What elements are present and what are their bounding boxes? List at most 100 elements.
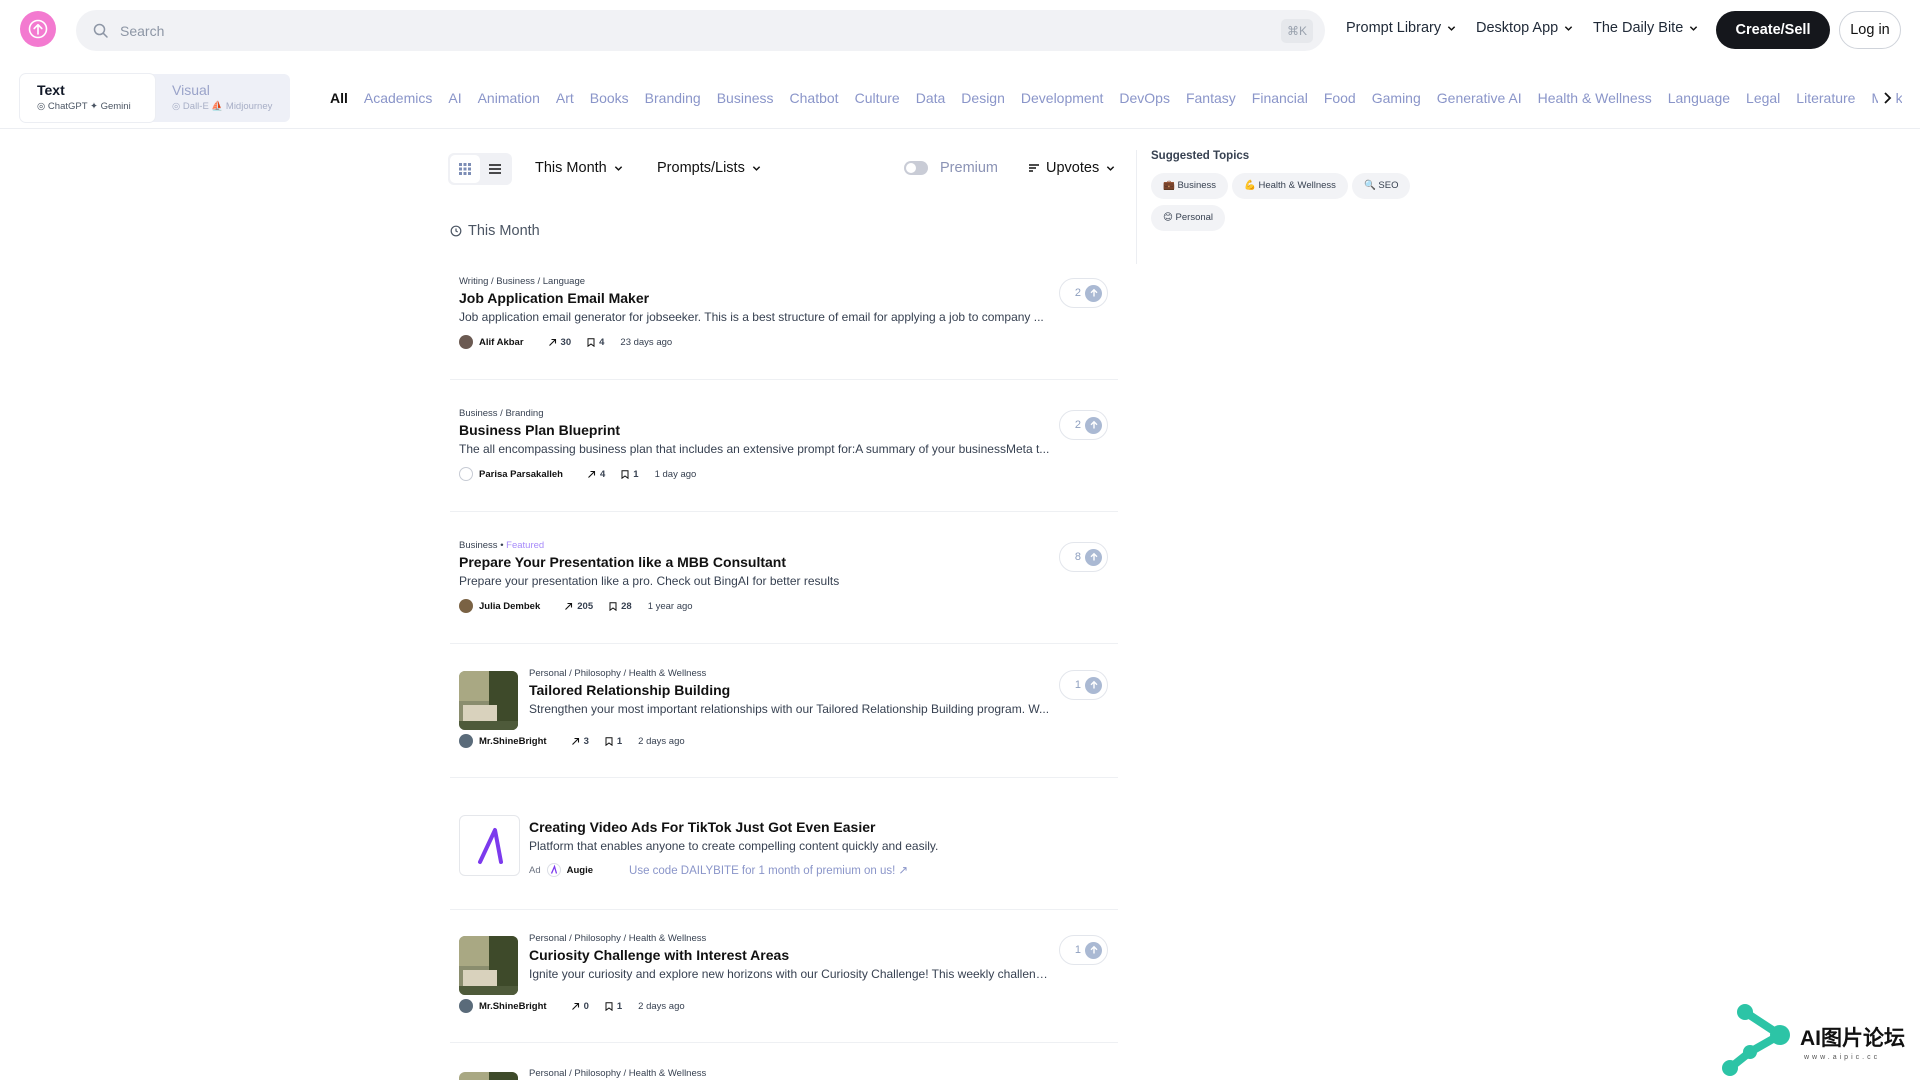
nav-daily-bite[interactable]: The Daily Bite	[1593, 20, 1698, 36]
card-title[interactable]: Curiosity Challenge with Interest Areas	[529, 947, 1118, 963]
category-tab[interactable]: Design	[961, 90, 1005, 106]
category-tab[interactable]: Branding	[645, 90, 701, 106]
category-tab[interactable]: Legal	[1746, 90, 1780, 106]
category-tab[interactable]: Art	[556, 90, 574, 106]
prompt-card[interactable]: Business • Featured Prepare Your Present…	[450, 540, 1118, 644]
card-title[interactable]: Business Plan Blueprint	[459, 422, 1118, 438]
topic-chip[interactable]: 🔍 SEO	[1351, 173, 1411, 199]
card-author[interactable]: Parisa Parsakalleh	[479, 469, 563, 480]
category-tab[interactable]: Food	[1324, 90, 1356, 106]
avatar[interactable]	[459, 335, 473, 349]
chevron-down-icon	[614, 165, 622, 171]
ad-brand[interactable]: Augie	[567, 865, 593, 876]
category-tab[interactable]: DevOps	[1119, 90, 1170, 106]
topic-chip[interactable]: 😊 Personal	[1151, 205, 1226, 231]
category-tab[interactable]: Generative AI	[1437, 90, 1522, 106]
prompt-card[interactable]: Personal / Philosophy / Health & Wellnes…	[450, 1066, 1118, 1080]
avatar[interactable]	[459, 599, 473, 613]
category-tab[interactable]: Books	[590, 90, 629, 106]
bookmark-icon	[609, 601, 617, 611]
category-tab[interactable]: AI	[448, 90, 461, 106]
card-time: 23 days ago	[620, 336, 673, 348]
ad-promo-link[interactable]: Use code DAILYBITE for 1 month of premiu…	[629, 863, 908, 877]
category-tab[interactable]: Academics	[364, 90, 432, 106]
upvote-button[interactable]: 1	[1059, 935, 1108, 965]
category-tab[interactable]: Data	[916, 90, 946, 106]
augie-logo-icon	[477, 827, 503, 864]
ad-brand-logo[interactable]	[459, 815, 520, 876]
prompt-card[interactable]: Personal / Philosophy / Health & Wellnes…	[450, 933, 1118, 1043]
nav-label: Desktop App	[1476, 20, 1559, 36]
category-tab[interactable]: Gaming	[1372, 90, 1421, 106]
uses-count: 205	[577, 600, 594, 612]
card-author[interactable]: Mr.ShineBright	[479, 1001, 547, 1012]
nav-desktop-app[interactable]: Desktop App	[1476, 20, 1573, 36]
category-tab[interactable]: Culture	[855, 90, 900, 106]
create-sell-button[interactable]: Create/Sell	[1716, 11, 1830, 49]
upvote-button[interactable]: 1	[1059, 670, 1108, 700]
upvote-button[interactable]: 2	[1059, 410, 1108, 440]
sort-value: Upvotes	[1046, 160, 1100, 176]
card-thumbnail[interactable]	[459, 671, 518, 730]
list-view-button[interactable]	[480, 155, 510, 183]
card-breadcrumb[interactable]: Personal / Philosophy / Health & Wellnes…	[529, 1068, 1118, 1079]
mode-visual-tab[interactable]: Visual ◎ Dall-E ⛵ Midjourney	[155, 74, 290, 122]
card-author[interactable]: Julia Dembek	[479, 601, 540, 612]
grid-view-button[interactable]	[450, 155, 480, 183]
breadcrumb-text[interactable]: Business	[459, 540, 498, 551]
period-dropdown[interactable]: This Month	[535, 160, 623, 176]
category-scroll-right[interactable]	[1878, 89, 1896, 107]
ad-card[interactable]: Creating Video Ads For TikTok Just Got E…	[450, 812, 1118, 910]
upvote-button[interactable]: 2	[1059, 278, 1108, 308]
card-author[interactable]: Alif Akbar	[479, 337, 524, 348]
category-tab[interactable]: Financial	[1252, 90, 1308, 106]
upvote-button[interactable]: 8	[1059, 542, 1108, 572]
login-button[interactable]: Log in	[1839, 11, 1901, 49]
category-tab[interactable]: Language	[1668, 90, 1730, 106]
category-tab[interactable]: Animation	[478, 90, 540, 106]
card-thumbnail[interactable]	[459, 1072, 518, 1080]
prompt-card[interactable]: Writing / Business / Language Job Applic…	[450, 276, 1118, 380]
card-title[interactable]: Tailored Relationship Building	[529, 682, 1118, 698]
card-breadcrumb[interactable]: Writing / Business / Language	[459, 276, 1118, 287]
category-tab[interactable]: All	[330, 90, 348, 106]
search-input[interactable]: Search ⌘K	[76, 10, 1325, 51]
avatar[interactable]	[459, 734, 473, 748]
card-title[interactable]: Job Application Email Maker	[459, 290, 1118, 306]
premium-toggle[interactable]: Premium	[904, 160, 998, 176]
trend-arrow-icon	[588, 470, 596, 478]
card-breadcrumb[interactable]: Business / Branding	[459, 408, 1118, 419]
sort-dropdown[interactable]: Upvotes	[1028, 160, 1115, 176]
card-title[interactable]: Prepare Your Presentation like a MBB Con…	[459, 554, 1118, 570]
card-breadcrumb[interactable]: Personal / Philosophy / Health & Wellnes…	[529, 668, 1118, 679]
card-breadcrumb[interactable]: Business • Featured	[459, 540, 1118, 551]
trend-arrow-icon	[571, 737, 579, 745]
card-breadcrumb[interactable]: Personal / Philosophy / Health & Wellnes…	[529, 933, 1118, 944]
nav-prompt-library[interactable]: Prompt Library	[1346, 20, 1456, 36]
avatar[interactable]	[459, 467, 473, 481]
saves-stat: 4	[587, 337, 604, 348]
ad-title[interactable]: Creating Video Ads For TikTok Just Got E…	[529, 819, 1118, 835]
topic-chip[interactable]: 💪 Health & Wellness	[1232, 173, 1348, 199]
category-tab[interactable]: Business	[717, 90, 774, 106]
content-type-dropdown[interactable]: Prompts/Lists	[657, 160, 761, 176]
card-thumbnail[interactable]	[459, 936, 518, 995]
prompt-card[interactable]: Personal / Philosophy / Health & Wellnes…	[450, 668, 1118, 778]
prompt-card[interactable]: Business / Branding Business Plan Bluepr…	[450, 408, 1118, 512]
category-tab[interactable]: Development	[1021, 90, 1104, 106]
category-tab[interactable]: Fantasy	[1186, 90, 1236, 106]
card-author[interactable]: Mr.ShineBright	[479, 736, 547, 747]
mode-text-tab[interactable]: Text ◎ ChatGPT ✦ Gemini	[20, 74, 155, 122]
avatar[interactable]	[459, 999, 473, 1013]
category-tab[interactable]: Literature	[1796, 90, 1855, 106]
category-tab[interactable]: Chatbot	[790, 90, 839, 106]
ad-meta: Ad Augie Use code DAILYBITE for 1 month …	[529, 863, 1118, 877]
uses-stat: 30	[548, 337, 571, 348]
mode-text-label: Text	[37, 82, 65, 98]
mode-visual-label: Visual	[172, 82, 210, 98]
toggle-switch[interactable]	[904, 161, 928, 175]
category-tab[interactable]: Health & Wellness	[1538, 90, 1652, 106]
topic-chip[interactable]: 💼 Business	[1151, 173, 1229, 199]
suggested-topics-title: Suggested Topics	[1151, 150, 1250, 162]
logo[interactable]	[20, 11, 56, 47]
